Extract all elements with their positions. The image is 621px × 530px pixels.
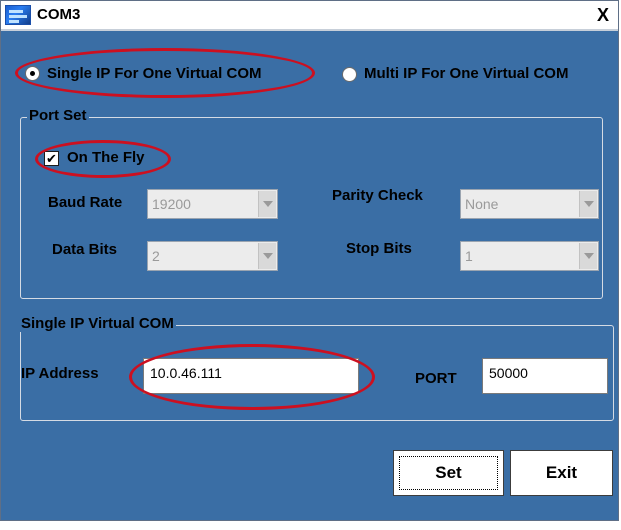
stop-bits-value: 1: [465, 248, 473, 264]
single-ip-radio[interactable]: [25, 66, 40, 81]
data-bits-value: 2: [152, 248, 160, 264]
parity-check-label: Parity Check: [332, 187, 423, 204]
multi-ip-radio[interactable]: [342, 67, 357, 82]
window-title: COM3: [37, 6, 81, 23]
exit-button[interactable]: Exit: [510, 450, 613, 496]
chevron-down-icon[interactable]: [258, 191, 276, 217]
stop-bits-select[interactable]: 1: [460, 241, 599, 271]
baud-rate-label: Baud Rate: [48, 194, 123, 211]
baud-rate-select[interactable]: 19200: [147, 189, 278, 219]
network-app-icon: [5, 5, 31, 25]
chevron-down-icon[interactable]: [579, 243, 597, 269]
baud-rate-value: 19200: [152, 196, 191, 212]
port-label: PORT: [415, 370, 457, 387]
title-bar: COM3 X: [1, 1, 618, 31]
ip-address-input[interactable]: 10.0.46.111: [143, 358, 359, 394]
on-the-fly-label[interactable]: On The Fly: [67, 149, 145, 166]
data-bits-label: Data Bits: [52, 241, 118, 258]
close-icon[interactable]: X: [594, 5, 612, 25]
single-ip-legend: Single IP Virtual COM: [19, 315, 176, 332]
chevron-down-icon[interactable]: [579, 191, 597, 217]
stop-bits-label: Stop Bits: [346, 240, 412, 257]
com3-dialog: COM3 X Single IP For One Virtual COM Mul…: [0, 0, 619, 521]
multi-ip-radio-label[interactable]: Multi IP For One Virtual COM: [364, 65, 568, 82]
port-input[interactable]: 50000: [482, 358, 608, 394]
focus-ring: [399, 456, 498, 490]
exit-button-label: Exit: [545, 463, 578, 482]
parity-check-select[interactable]: None: [460, 189, 599, 219]
set-button[interactable]: Set: [393, 450, 504, 496]
parity-check-value: None: [465, 196, 499, 212]
ip-address-label: IP Address: [21, 365, 99, 382]
port-set-legend: Port Set: [27, 107, 89, 124]
single-ip-radio-label[interactable]: Single IP For One Virtual COM: [47, 65, 261, 82]
on-the-fly-checkbox[interactable]: ✔: [44, 151, 59, 166]
chevron-down-icon[interactable]: [258, 243, 276, 269]
data-bits-select[interactable]: 2: [147, 241, 278, 271]
